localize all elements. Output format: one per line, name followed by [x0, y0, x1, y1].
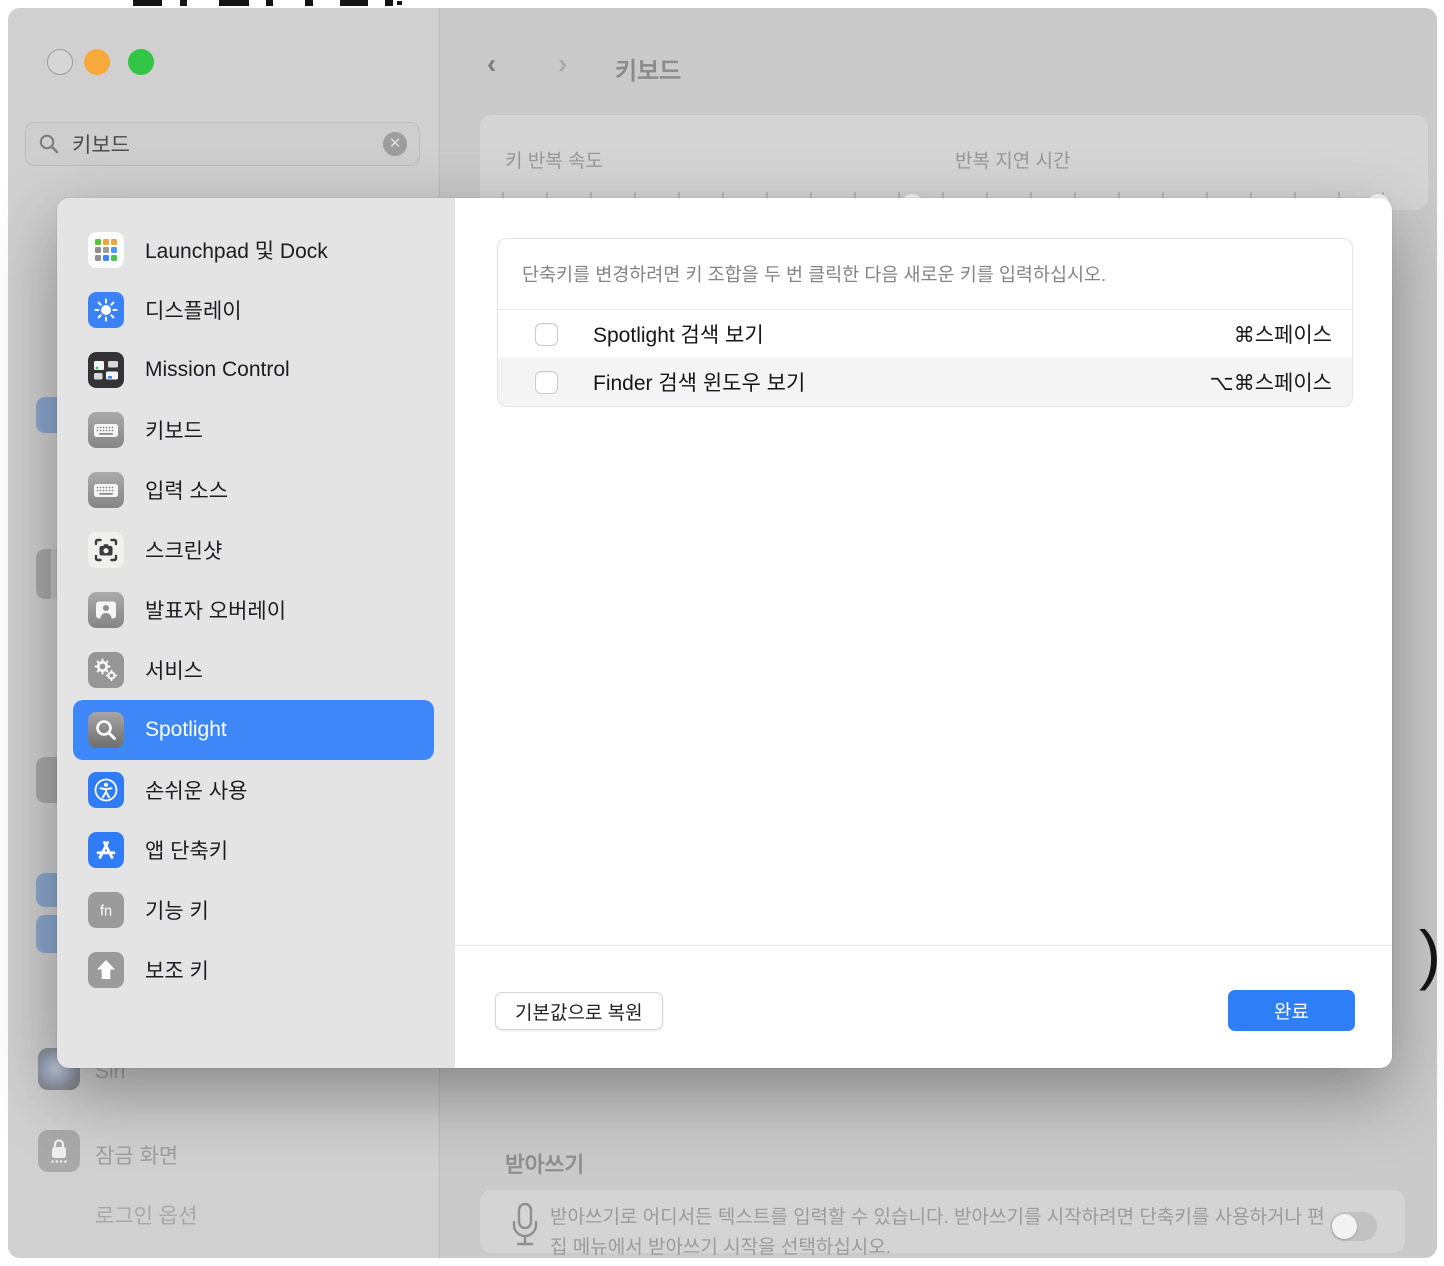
- shortcut-row-finder-search[interactable]: Finder 검색 윈도우 보기 ⌥⌘스페이스: [498, 358, 1352, 406]
- sidebar-item-lock-screen[interactable]: 잠금 화면: [95, 1140, 178, 1170]
- clipped-text-paren: ): [1419, 916, 1441, 992]
- sidebar-item-login-options[interactable]: 로그인 옵션: [95, 1200, 197, 1230]
- app-shortcuts-icon: [88, 832, 124, 868]
- sidebar-item-presenter-overlay[interactable]: 발표자 오버레이: [57, 580, 455, 640]
- dictation-description: 받아쓰기로 어디서든 텍스트를 입력할 수 있습니다. 받아쓰기를 시작하려면 …: [550, 1203, 1340, 1258]
- launchpad-icon: [88, 232, 124, 268]
- mission-control-icon: [88, 352, 124, 388]
- zoom-button[interactable]: [128, 49, 154, 75]
- shortcut-detail-pane: 단축키를 변경하려면 키 조합을 두 번 클릭한 다음 새로운 키를 입력하십시…: [455, 198, 1392, 1068]
- shortcut-keys[interactable]: ⌥⌘스페이스: [1210, 367, 1332, 397]
- key-repeat-rate-label: 키 반복 속도: [505, 146, 603, 173]
- key-repeat-panel: 키 반복 속도 반복 지연 시간: [480, 115, 1428, 210]
- repeat-delay-label: 반복 지연 시간: [955, 146, 1070, 173]
- sidebar-item-function-keys[interactable]: fn 기능 키: [57, 880, 455, 940]
- accessibility-icon: [88, 772, 124, 808]
- forward-chevron-icon[interactable]: ›: [558, 48, 567, 80]
- sidebar-item-screenshot[interactable]: 스크린샷: [57, 520, 455, 580]
- sidebar-item-input-sources[interactable]: 입력 소스: [57, 460, 455, 520]
- toggle-knob: [1332, 1214, 1357, 1239]
- shortcut-categories-list: Launchpad 및 Dock 디스플레이: [57, 198, 455, 1068]
- restore-defaults-button[interactable]: 기본값으로 복원: [495, 992, 663, 1030]
- display-icon: [88, 292, 124, 328]
- back-chevron-icon[interactable]: ‹: [487, 48, 496, 80]
- sidebar-item-accessibility[interactable]: 손쉬운 사용: [57, 760, 455, 820]
- services-icon: [88, 652, 124, 688]
- sidebar-item-display[interactable]: 디스플레이: [57, 280, 455, 340]
- dictation-toggle[interactable]: [1330, 1212, 1377, 1241]
- search-input[interactable]: 키보드 ✕: [25, 122, 420, 166]
- microphone-icon: [510, 1202, 540, 1250]
- input-sources-icon: [88, 472, 124, 508]
- done-button[interactable]: 완료: [1228, 990, 1355, 1031]
- dictation-panel: 받아쓰기로 어디서든 텍스트를 입력할 수 있습니다. 받아쓰기를 시작하려면 …: [480, 1190, 1405, 1253]
- lock-screen-icon: [38, 1130, 80, 1172]
- sidebar-item-modifier-keys[interactable]: 보조 키: [57, 940, 455, 1000]
- sidebar-item-keyboard[interactable]: 키보드: [57, 400, 455, 460]
- minimize-button[interactable]: [84, 49, 110, 75]
- search-icon: [38, 133, 60, 155]
- clear-search-icon[interactable]: ✕: [383, 132, 407, 156]
- footer-divider: [455, 945, 1392, 946]
- shortcut-keys[interactable]: ⌘스페이스: [1234, 319, 1332, 349]
- presenter-overlay-icon: [88, 592, 124, 628]
- close-button[interactable]: [47, 49, 73, 75]
- sidebar-item-app-shortcuts[interactable]: 앱 단축키: [57, 820, 455, 880]
- modifier-keys-icon: [88, 952, 124, 988]
- sidebar-item-launchpad-dock[interactable]: Launchpad 및 Dock: [57, 220, 455, 280]
- shortcuts-panel: 단축키를 변경하려면 키 조합을 두 번 클릭한 다음 새로운 키를 입력하십시…: [497, 238, 1353, 407]
- spotlight-icon: [88, 712, 124, 748]
- function-keys-icon: fn: [88, 892, 124, 928]
- shortcut-row-spotlight-search[interactable]: Spotlight 검색 보기 ⌘스페이스: [498, 310, 1352, 358]
- sidebar-item-mission-control[interactable]: Mission Control: [57, 340, 455, 400]
- keyboard-icon: [88, 412, 124, 448]
- page-title: 키보드: [615, 51, 681, 86]
- sidebar-item-services[interactable]: 서비스: [57, 640, 455, 700]
- sidebar-item-spotlight[interactable]: Spotlight: [73, 700, 434, 760]
- search-value: 키보드: [72, 129, 383, 159]
- svg-text:fn: fn: [100, 904, 112, 920]
- dictation-title: 받아쓰기: [505, 1148, 584, 1179]
- finder-search-checkbox[interactable]: [535, 371, 558, 394]
- keyboard-shortcuts-sheet: Launchpad 및 Dock 디스플레이: [57, 198, 1392, 1068]
- screenshot-icon: [88, 532, 124, 568]
- spotlight-search-checkbox[interactable]: [535, 323, 558, 346]
- shortcut-instruction: 단축키를 변경하려면 키 조합을 두 번 클릭한 다음 새로운 키를 입력하십시…: [498, 239, 1352, 310]
